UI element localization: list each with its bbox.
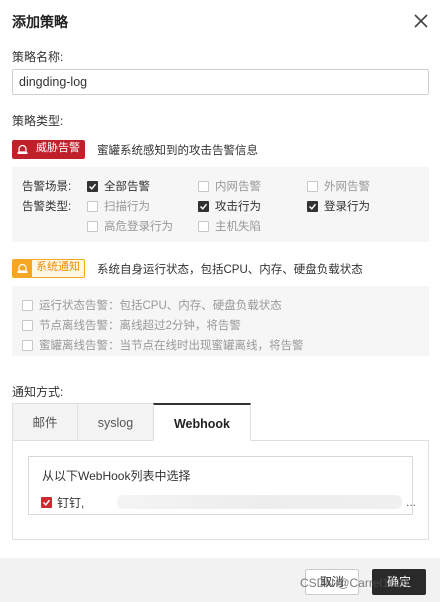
system-options-panel: 运行状态告警：包括CPU、内存、硬盘负载状态 节点离线告警：离线超过2分钟，将告… (12, 286, 429, 356)
notify-method-label: 通知方式: (12, 385, 64, 399)
checkbox-label: 运行状态告警：包括CPU、内存、硬盘负载状态 (39, 300, 282, 312)
checkbox-checked-icon[interactable] (198, 200, 209, 212)
checkbox-label: 高危登录行为 (104, 221, 173, 233)
checkbox-high-risk-login[interactable]: 高危登录行为 (87, 218, 173, 234)
webhook-list-title: 从以下WebHook列表中选择 (42, 469, 191, 483)
checkbox-label: 蜜罐离线告警：当节点在线时出现蜜罐离线，将告警 (39, 340, 304, 352)
checkbox-empty-icon[interactable] (22, 319, 33, 331)
tab-syslog[interactable]: syslog (77, 403, 154, 441)
system-notice-badge-label: 系统通知 (32, 260, 84, 277)
notify-tabs: 邮件 syslog Webhook (12, 403, 429, 441)
system-notice-desc: 系统自身运行状态，包括CPU、内存、硬盘负载状态 (97, 264, 363, 276)
cancel-button[interactable]: 取消 (305, 569, 359, 595)
policy-name-label: 策略名称: (12, 50, 64, 64)
ok-button[interactable]: 确定 (372, 569, 426, 595)
webhook-item-dingtalk[interactable]: 钉钉, (41, 494, 84, 511)
checkbox-empty-icon[interactable] (22, 339, 33, 351)
checkbox-label: 节点离线告警：离线超过2分钟，将告警 (39, 320, 241, 332)
checkbox-checked-icon[interactable] (87, 180, 98, 192)
checkbox-label: 外网告警 (324, 181, 370, 193)
checkbox-scan-behavior[interactable]: 扫描行为 (87, 198, 150, 214)
scene-label: 告警场景: (22, 181, 72, 193)
policy-type-label: 策略类型: (12, 114, 64, 128)
webhook-item-label: 钉钉, (57, 496, 85, 510)
checkbox-label: 全部告警 (104, 181, 150, 193)
threat-alert-desc: 蜜罐系统感知到的攻击告警信息 (97, 145, 258, 157)
checkbox-label: 内网告警 (215, 181, 261, 193)
checkbox-label: 主机失陷 (215, 221, 261, 233)
webhook-tab-content: 从以下WebHook列表中选择 钉钉, ... (12, 440, 429, 540)
threat-alert-badge-label: 威胁告警 (32, 141, 84, 158)
checkbox-node-offline-alert[interactable]: 节点离线告警：离线超过2分钟，将告警 (22, 317, 241, 333)
dialog-title: 添加策略 (12, 14, 68, 30)
checkbox-internet-alerts[interactable]: 外网告警 (307, 178, 370, 194)
notice-icon (13, 260, 32, 277)
checkbox-empty-icon[interactable] (87, 200, 98, 212)
checkbox-empty-icon[interactable] (87, 220, 98, 232)
webhook-list: 从以下WebHook列表中选择 钉钉, ... (28, 456, 417, 515)
checkbox-host-compromised[interactable]: 主机失陷 (198, 218, 261, 234)
checkbox-empty-icon[interactable] (22, 299, 33, 311)
type-label: 告警类型: (22, 201, 72, 213)
checkbox-empty-icon[interactable] (198, 220, 209, 232)
alarm-bell-icon (13, 141, 32, 158)
dialog-footer: 取消 确定 (0, 558, 440, 602)
checkbox-empty-icon[interactable] (307, 180, 318, 192)
threat-options-panel: 告警场景: 告警类型: 全部告警 内网告警 外网告警 扫描行为 攻击行为 登录行… (12, 167, 429, 242)
checkbox-honeypot-offline-alert[interactable]: 蜜罐离线告警：当节点在线时出现蜜罐离线，将告警 (22, 337, 304, 353)
checkbox-empty-icon[interactable] (198, 180, 209, 192)
checkbox-intranet-alerts[interactable]: 内网告警 (198, 178, 261, 194)
checkbox-runtime-alert[interactable]: 运行状态告警：包括CPU、内存、硬盘负载状态 (22, 297, 282, 313)
tab-email[interactable]: 邮件 (12, 403, 78, 441)
checkbox-checked-icon[interactable] (307, 200, 318, 212)
system-notice-badge: 系统通知 (12, 259, 85, 278)
redacted-webhook-url (117, 495, 402, 509)
checkbox-label: 登录行为 (324, 201, 370, 213)
threat-alert-badge: 威胁告警 (12, 140, 85, 159)
tab-webhook[interactable]: Webhook (153, 403, 251, 441)
checkbox-label: 扫描行为 (104, 201, 150, 213)
close-icon[interactable] (412, 12, 430, 30)
webhook-item-checkbox[interactable] (41, 497, 52, 508)
webhook-item-ellipsis: ... (406, 495, 417, 509)
checkbox-attack-behavior[interactable]: 攻击行为 (198, 198, 261, 214)
add-policy-dialog: 添加策略 策略名称: dingding-log 策略类型: 威胁告警 蜜罐系统感… (0, 0, 440, 602)
checkbox-login-behavior[interactable]: 登录行为 (307, 198, 370, 214)
policy-name-input[interactable]: dingding-log (12, 69, 429, 95)
checkbox-all-alerts[interactable]: 全部告警 (87, 178, 150, 194)
checkbox-label: 攻击行为 (215, 201, 261, 213)
